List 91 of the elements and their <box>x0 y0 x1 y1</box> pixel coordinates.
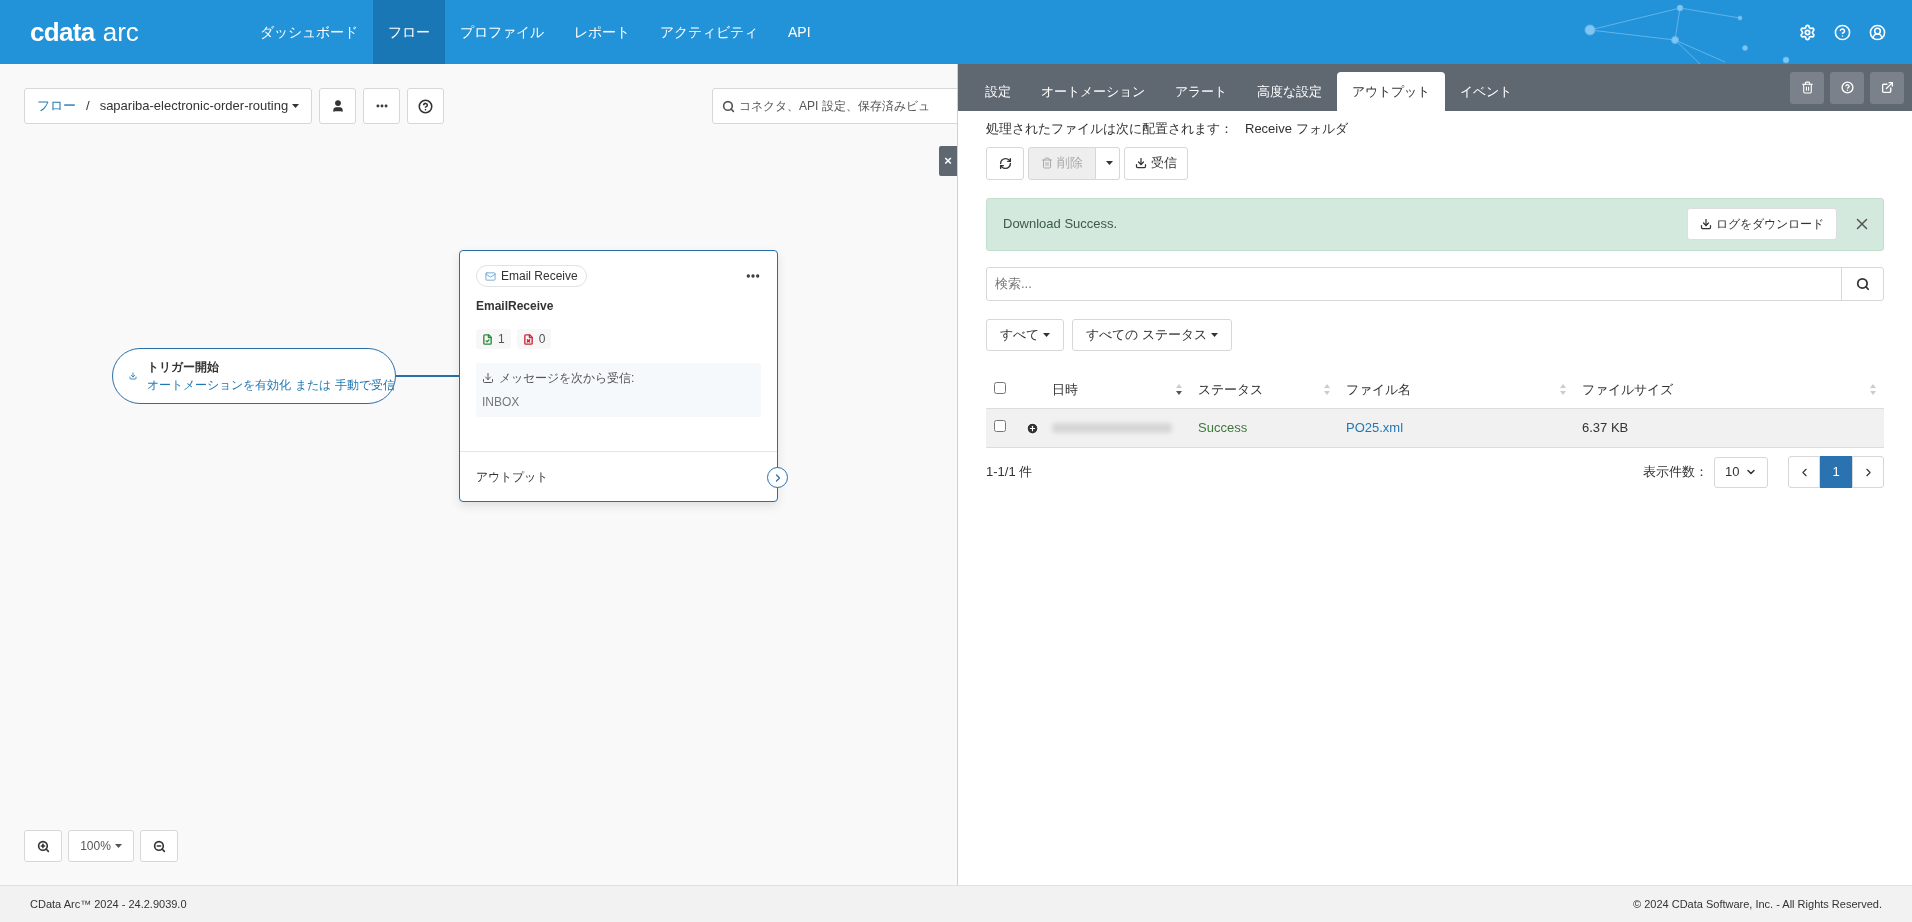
search-icon <box>1855 276 1870 291</box>
breadcrumb[interactable]: フロー / sapariba-electronic-order-routing <box>24 88 313 124</box>
zoom-out-icon <box>152 839 166 853</box>
connector-card[interactable]: Email Receive EmailReceive 1 0 メッセージを次から受信: INBOX アウトプット <box>459 250 778 502</box>
location-label: 処理されたファイルは次に配置されます： <box>986 120 1233 138</box>
alert-message: Download Success. <box>1003 215 1118 234</box>
open-external-button[interactable] <box>1870 71 1904 104</box>
help-icon <box>418 98 434 114</box>
file-check-icon <box>482 333 493 345</box>
download-icon <box>482 372 494 384</box>
column-header[interactable]: ファイルサイズ <box>1574 370 1884 409</box>
trigger-title: トリガー開始 <box>147 359 220 376</box>
error-count[interactable]: 0 <box>516 329 552 349</box>
select-all-checkbox[interactable] <box>994 381 1006 394</box>
record-count: 1-1/1 件 <box>986 463 1033 482</box>
nav-tab[interactable]: フロー <box>373 0 445 64</box>
trash-icon <box>1800 81 1814 94</box>
sort-icon[interactable] <box>1176 383 1182 395</box>
caret-icon <box>1043 332 1050 337</box>
nav-tab[interactable]: アクティビティ <box>645 0 773 64</box>
zoom-in-button[interactable] <box>24 830 62 862</box>
size-cell: 6.37 KB <box>1574 408 1884 448</box>
user-icon[interactable] <box>1869 23 1886 41</box>
caret-icon <box>292 104 300 108</box>
conjunction-text: または <box>295 377 331 394</box>
file-link[interactable]: PO25.xml <box>1346 420 1404 436</box>
panel-tab[interactable]: 設定 <box>970 72 1026 111</box>
external-link-icon <box>1880 81 1894 94</box>
file-error-icon <box>522 333 534 345</box>
download-icon <box>1700 218 1712 230</box>
page-button[interactable]: 1 <box>1820 456 1852 488</box>
page-size-select[interactable]: 10 <box>1714 456 1768 488</box>
panel-tab[interactable]: アウトプット <box>1337 72 1445 111</box>
user-button[interactable] <box>319 88 357 124</box>
user-icon <box>330 99 345 113</box>
zoom-level-dropdown[interactable]: 100% <box>68 830 134 862</box>
panel-tab[interactable]: 高度な設定 <box>1242 72 1337 111</box>
close-button[interactable]: × <box>939 146 957 176</box>
expand-icon[interactable] <box>1026 421 1039 435</box>
breadcrumb-link[interactable]: フロー <box>37 96 76 116</box>
mail-icon <box>485 270 496 282</box>
logo[interactable]: cdata arc <box>0 0 245 64</box>
refresh-button[interactable] <box>986 146 1024 180</box>
panel-tab[interactable]: イベント <box>1445 72 1527 111</box>
nav-tab[interactable]: ダッシュボード <box>245 0 373 64</box>
delete-button[interactable] <box>1790 71 1824 104</box>
help-icon <box>1840 81 1854 94</box>
flow-name: sapariba-electronic-order-routing <box>99 96 300 116</box>
help-button[interactable] <box>1830 71 1864 104</box>
manual-receive-link[interactable]: 手動で受信 <box>335 376 395 394</box>
help-button[interactable] <box>407 88 445 124</box>
page-size-label: 表示件数： <box>1643 463 1708 482</box>
nav-tab[interactable]: API <box>773 0 826 64</box>
receive-button[interactable]: 受信 <box>1124 146 1188 180</box>
filter-dropdown[interactable]: すべて <box>986 318 1064 351</box>
caret-icon <box>1210 332 1218 337</box>
location-value: Receive フォルダ <box>1245 120 1348 138</box>
column-header[interactable]: 日時 <box>1044 370 1190 409</box>
status-cell: Success <box>1190 408 1338 448</box>
nav-tab[interactable]: レポート <box>559 0 645 64</box>
enable-automation-link[interactable]: オートメーションを有効化 <box>147 376 291 394</box>
zoom-in-icon <box>36 839 50 853</box>
receive-label: メッセージを次から受信: <box>499 370 635 387</box>
nav-tab[interactable]: プロファイル <box>445 0 559 64</box>
version-text: CData Arc™ 2024 - 24.2.9039.0 <box>30 896 187 912</box>
download-log-button[interactable]: ログをダウンロード <box>1687 208 1837 240</box>
output-label: アウトプット <box>476 468 548 486</box>
panel-tab[interactable]: オートメーション <box>1026 72 1160 111</box>
help-icon[interactable] <box>1834 23 1851 41</box>
filter-dropdown[interactable]: すべての ステータス <box>1072 318 1232 351</box>
column-header[interactable]: ファイル名 <box>1338 370 1574 409</box>
download-icon <box>1135 157 1147 169</box>
caret-icon <box>1106 161 1113 165</box>
folder-name: INBOX <box>482 394 521 411</box>
zoom-out-button[interactable] <box>140 830 178 862</box>
panel-tab[interactable]: アラート <box>1160 72 1242 111</box>
trigger-node[interactable]: トリガー開始 オートメーションを有効化 または 手動で受信 <box>112 348 396 404</box>
caret-icon <box>114 844 122 848</box>
search-field[interactable]: コネクタ、API 設定、保存済みビュ <box>712 88 957 124</box>
settings-icon[interactable] <box>1799 23 1816 41</box>
search-icon <box>722 99 735 113</box>
connector-line <box>396 375 459 377</box>
column-header[interactable]: ステータス <box>1190 370 1338 409</box>
connector-name: EmailReceive <box>475 298 555 315</box>
success-count[interactable]: 1 <box>476 329 511 349</box>
copyright-text: © 2024 CData Software, Inc. - All Rights Reserved. <box>1633 896 1882 912</box>
breadcrumb-separator: / <box>86 97 90 116</box>
search-input[interactable]: コネクタ、API 設定、保存済みビュ <box>739 97 957 115</box>
row-checkbox[interactable] <box>994 420 1006 433</box>
refresh-icon <box>998 156 1012 170</box>
trash-icon <box>1041 157 1053 169</box>
